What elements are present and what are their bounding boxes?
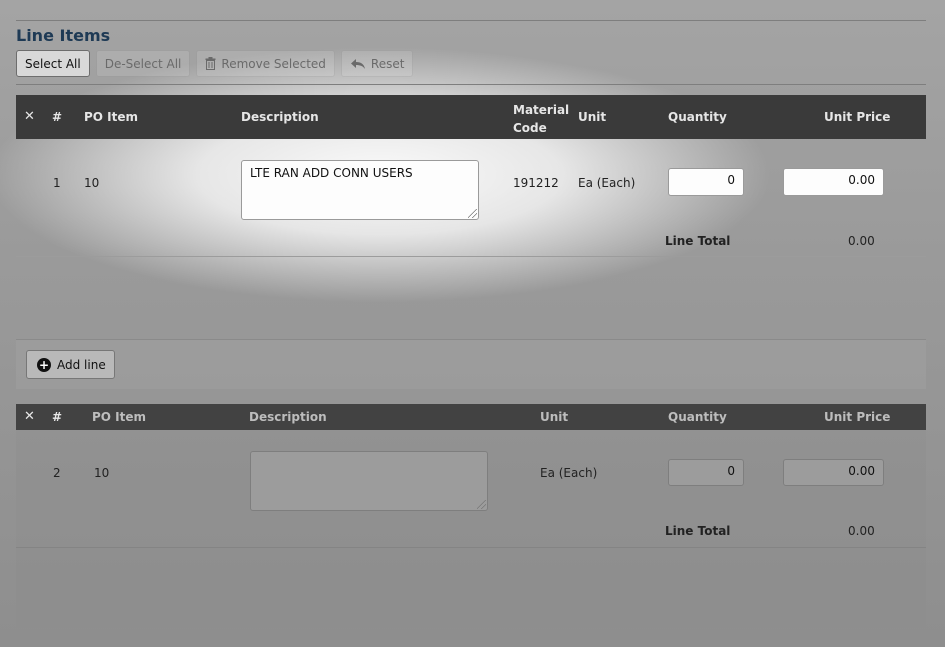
col-material-code: Material Code [513,101,569,137]
col-description: Description [241,110,319,124]
top-divider [16,20,926,21]
select-all-button[interactable]: Select All [16,50,90,77]
col-quantity: Quantity [668,110,727,124]
remove-selected-button[interactable]: Remove Selected [196,50,335,77]
close-icon[interactable]: ✕ [24,409,35,424]
unit-price-input[interactable]: 0.00 [783,459,884,486]
item-po-item: 10 [94,466,110,480]
line-total-value: 0.00 [848,524,875,538]
description-textarea[interactable]: LTE RAN ADD CONN USERS [241,160,479,220]
line-total-label: Line Total [665,234,731,248]
line-item-2-body: 2 10 Ea (Each) 0 0.00 Line Total 0.00 [16,430,926,628]
col-unit: Unit [540,410,569,424]
line-items-toolbar: Select All De-Select All Remove Selected… [16,50,414,78]
col-unit-price: Unit Price [824,110,891,124]
quantity-input[interactable]: 0 [668,459,744,486]
quantity-value: 0 [727,173,735,187]
col-number: # [52,110,63,124]
resize-grip-icon[interactable] [477,500,486,509]
item-unit: Ea (Each) [578,176,636,190]
col-number: # [52,410,63,424]
line-items-page: Line Items Select All De-Select All Remo… [0,0,945,647]
line-total-value: 0.00 [848,234,875,248]
description-text: LTE RAN ADD CONN USERS [250,166,413,180]
item-number: 2 [53,466,61,480]
row-divider [16,547,926,548]
quantity-input[interactable]: 0 [668,168,744,196]
trash-icon [205,57,216,70]
reset-label: Reset [370,56,405,71]
unit-price-value: 0.00 [848,173,875,187]
col-description: Description [249,410,327,424]
deselect-all-button[interactable]: De-Select All [95,50,191,77]
undo-arrow-icon [350,58,365,69]
unit-price-value: 0.00 [848,464,875,478]
row-divider [16,256,926,257]
item-unit: Ea (Each) [540,466,598,480]
line-item-2-header: ✕ # PO Item Description Unit Quantity Un… [16,404,926,430]
col-material-code-line2: Code [513,121,547,135]
col-quantity: Quantity [668,410,727,424]
close-icon[interactable]: ✕ [24,109,35,124]
col-po-item: PO Item [92,410,147,424]
reset-button[interactable]: Reset [340,50,414,77]
item-material-code: 191212 [513,176,559,190]
col-unit: Unit [578,110,607,124]
add-line-area: + Add line [16,339,926,389]
resize-grip-icon[interactable] [468,209,477,218]
plus-circle-icon: + [37,357,51,372]
add-line-label: Add line [57,357,106,372]
toolbar-divider [16,84,926,85]
col-material-code-line1: Material [513,103,570,117]
description-textarea[interactable] [250,451,488,511]
select-all-label: Select All [25,56,81,71]
col-po-item: PO Item [84,110,139,124]
line-item-1: ✕ # PO Item Description Material Code Un… [16,95,926,339]
quantity-value: 0 [727,464,735,478]
line-item-1-header: ✕ # PO Item Description Material Code Un… [16,95,926,139]
line-item-1-body: 1 10 LTE RAN ADD CONN USERS 191212 Ea (E… [16,139,926,339]
add-line-button[interactable]: + Add line [26,350,115,379]
section-title: Line Items [16,26,111,45]
remove-selected-label: Remove Selected [221,56,326,71]
item-po-item: 10 [84,176,100,190]
line-total-label: Line Total [665,524,731,538]
unit-price-input[interactable]: 0.00 [783,168,884,196]
col-unit-price: Unit Price [824,410,891,424]
item-number: 1 [53,176,61,190]
deselect-all-label: De-Select All [104,56,182,71]
line-item-2: ✕ # PO Item Description Unit Quantity Un… [16,404,926,628]
